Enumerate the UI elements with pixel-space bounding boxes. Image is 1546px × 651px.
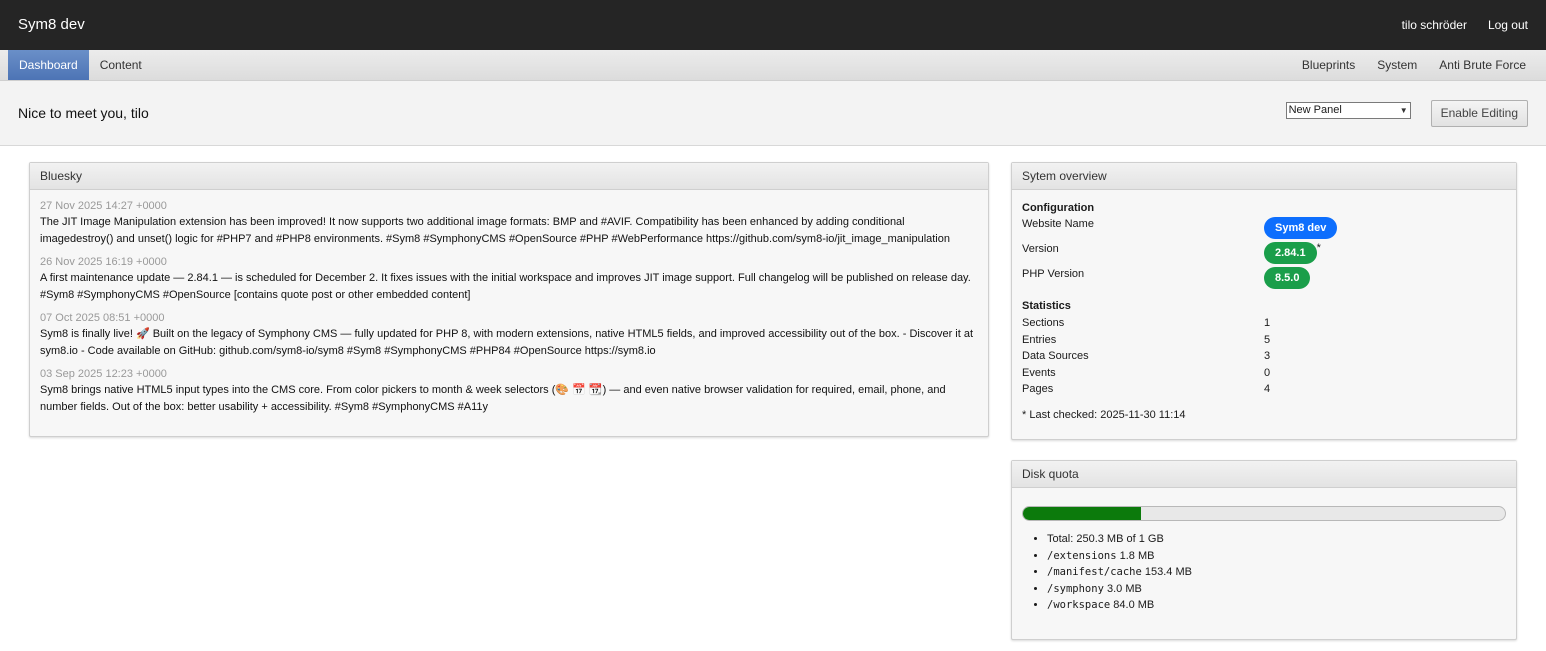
disk-size: 1.8 MB xyxy=(1119,549,1155,562)
disk-size: 84.0 MB xyxy=(1113,599,1155,611)
php-version-row: PHP Version 8.5.0 xyxy=(1022,267,1506,292)
enable-editing-button[interactable]: Enable Editing xyxy=(1430,99,1528,127)
bluesky-post: 07 Oct 2025 08:51 +0000 Sym8 is finally … xyxy=(40,310,978,359)
stat-label: Events xyxy=(1022,366,1056,379)
post-text: Sym8 brings native HTML5 input types int… xyxy=(40,384,946,413)
stat-row: Entries 5 xyxy=(1022,332,1506,349)
top-bar: Sym8 dev tilo schröder Log out xyxy=(0,0,1546,50)
disk-usage-item: /extensions 1.8 MB xyxy=(1047,548,1506,565)
disk-path: /workspace xyxy=(1047,599,1111,611)
disk-quota-bar xyxy=(1022,506,1506,521)
stat-row: Pages 4 xyxy=(1022,381,1506,398)
bluesky-post: 27 Nov 2025 14:27 +0000 The JIT Image Ma… xyxy=(40,198,978,247)
post-date: 27 Nov 2025 14:27 +0000 xyxy=(40,200,167,212)
post-text: The JIT Image Manipulation extension has… xyxy=(40,216,950,245)
nav-item-content[interactable]: Content xyxy=(89,50,153,80)
stat-value: 3 xyxy=(1264,350,1271,362)
system-overview-title: Sytem overview xyxy=(1012,163,1516,190)
configuration-heading: Configuration xyxy=(1022,202,1095,214)
disk-path: /symphony xyxy=(1047,582,1104,595)
stat-label: Entries xyxy=(1022,333,1057,346)
post-date: 07 Oct 2025 08:51 +0000 xyxy=(40,312,165,324)
disk-path: /extensions xyxy=(1047,549,1117,562)
nav-item-anti-brute-force[interactable]: Anti Brute Force xyxy=(1428,50,1537,80)
chevron-down-icon: ▼ xyxy=(1399,105,1408,115)
stat-value: 1 xyxy=(1264,317,1271,329)
disk-usage-item: /workspace 84.0 MB xyxy=(1047,597,1506,614)
version-mark: * xyxy=(1316,242,1321,254)
disk-quota-fill xyxy=(1023,507,1142,520)
disk-usage-item: /manifest/cache 153.4 MB xyxy=(1047,564,1506,581)
php-version-label: PHP Version xyxy=(1022,268,1085,280)
disk-usage-list: Total: 250.3 MB of 1 GB /extensions 1.8 … xyxy=(1022,531,1506,614)
disk-total: Total: 250.3 MB of 1 GB xyxy=(1047,531,1506,548)
stat-row: Data Sources 3 xyxy=(1022,348,1506,365)
nav-item-blueprints[interactable]: Blueprints xyxy=(1291,50,1366,80)
page-header: Nice to meet you, tilo New Panel ▼ Enabl… xyxy=(0,81,1546,146)
new-panel-select-value: New Panel xyxy=(1288,104,1342,116)
nav-item-dashboard[interactable]: Dashboard xyxy=(8,50,89,80)
bluesky-panel-title: Bluesky xyxy=(30,163,988,190)
php-version-badge: 8.5.0 xyxy=(1264,267,1311,289)
post-text: A first maintenance update — 2.84.1 — is… xyxy=(40,272,971,301)
disk-size: 153.4 MB xyxy=(1144,566,1192,578)
website-name-badge: Sym8 dev xyxy=(1264,217,1338,239)
website-name-label: Website Name xyxy=(1022,218,1094,230)
last-checked-note: * Last checked: 2025-11-30 11:14 xyxy=(1022,408,1186,421)
bluesky-panel: Bluesky 27 Nov 2025 14:27 +0000 The JIT … xyxy=(29,162,989,437)
website-name-row: Website Name Sym8 dev xyxy=(1022,217,1506,242)
bluesky-post: 03 Sep 2025 12:23 +0000 Sym8 brings nati… xyxy=(40,366,978,415)
disk-quota-title: Disk quota xyxy=(1012,461,1516,488)
logout-link[interactable]: Log out xyxy=(1488,18,1528,32)
site-brand[interactable]: Sym8 dev xyxy=(18,16,85,33)
new-panel-select[interactable]: New Panel ▼ xyxy=(1285,101,1411,119)
version-label: Version xyxy=(1022,243,1059,255)
main-nav: Dashboard Content Blueprints System Anti… xyxy=(0,50,1546,81)
stat-label: Pages xyxy=(1022,383,1054,395)
stat-value: 0 xyxy=(1264,366,1271,379)
disk-quota-panel: Disk quota Total: 250.3 MB of 1 GB /exte… xyxy=(1011,460,1517,640)
stat-value: 4 xyxy=(1264,383,1271,395)
bluesky-post: 26 Nov 2025 16:19 +0000 A first maintena… xyxy=(40,254,978,303)
statistics-heading: Statistics xyxy=(1022,300,1071,312)
stat-value: 5 xyxy=(1264,333,1271,346)
stat-row: Sections 1 xyxy=(1022,315,1506,332)
user-menu: tilo schröder Log out xyxy=(1402,18,1528,32)
user-name-link[interactable]: tilo schröder xyxy=(1402,18,1467,32)
system-overview-panel: Sytem overview Configuration Website Nam… xyxy=(1011,162,1517,440)
post-text: Sym8 is finally live! 🚀 Built on the leg… xyxy=(40,328,974,357)
disk-size: 3.0 MB xyxy=(1106,582,1142,595)
disk-usage-item: /symphony 3.0 MB xyxy=(1047,581,1506,598)
version-row: Version 2.84.1 * xyxy=(1022,242,1506,267)
nav-item-system[interactable]: System xyxy=(1366,50,1428,80)
post-date: 26 Nov 2025 16:19 +0000 xyxy=(40,256,167,268)
stat-label: Sections xyxy=(1022,317,1065,329)
post-date: 03 Sep 2025 12:23 +0000 xyxy=(40,368,167,380)
page-title: Nice to meet you, tilo xyxy=(18,105,149,121)
stat-label: Data Sources xyxy=(1022,350,1089,362)
stat-row: Events 0 xyxy=(1022,365,1506,382)
disk-path: /manifest/cache xyxy=(1047,566,1142,578)
version-badge: 2.84.1 xyxy=(1264,242,1317,264)
